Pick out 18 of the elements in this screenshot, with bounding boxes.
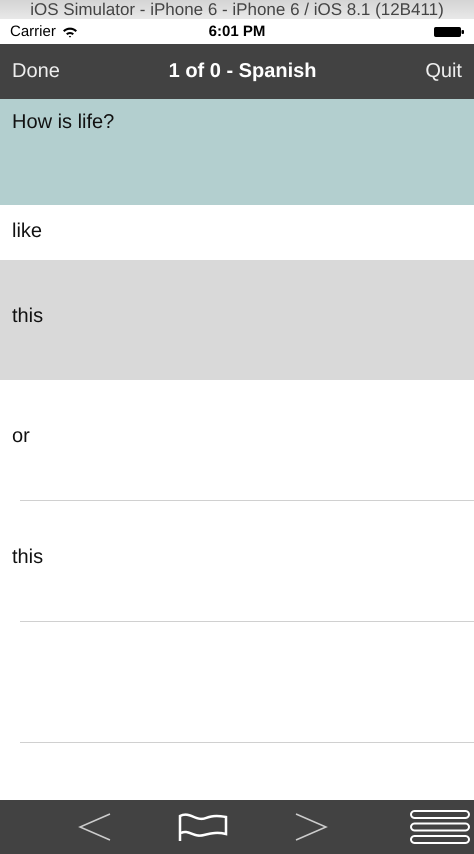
battery-icon <box>434 26 464 36</box>
status-time: 6:01 PM <box>208 23 266 40</box>
answer-text: this <box>12 304 44 328</box>
window-title: iOS Simulator - iPhone 6 - iPhone 6 / iOS 8.1 (12B411) <box>30 0 444 19</box>
answer-row[interactable]: this <box>0 260 474 380</box>
answer-text: this <box>12 546 44 568</box>
carrier-name: Carrier <box>10 23 56 40</box>
back-chevron-icon[interactable] <box>78 812 112 842</box>
question-text: How is life? <box>12 111 114 133</box>
nav-title: 1 of 0 - Spanish <box>168 60 316 83</box>
wifi-icon <box>62 26 78 38</box>
flag-icon[interactable] <box>178 812 228 842</box>
forward-chevron-icon[interactable] <box>294 812 328 842</box>
menu-icon[interactable] <box>410 810 470 844</box>
quit-button[interactable]: Quit <box>425 60 462 83</box>
done-button[interactable]: Done <box>12 60 60 83</box>
answer-text: or <box>12 424 30 448</box>
answer-text: like <box>12 220 42 243</box>
